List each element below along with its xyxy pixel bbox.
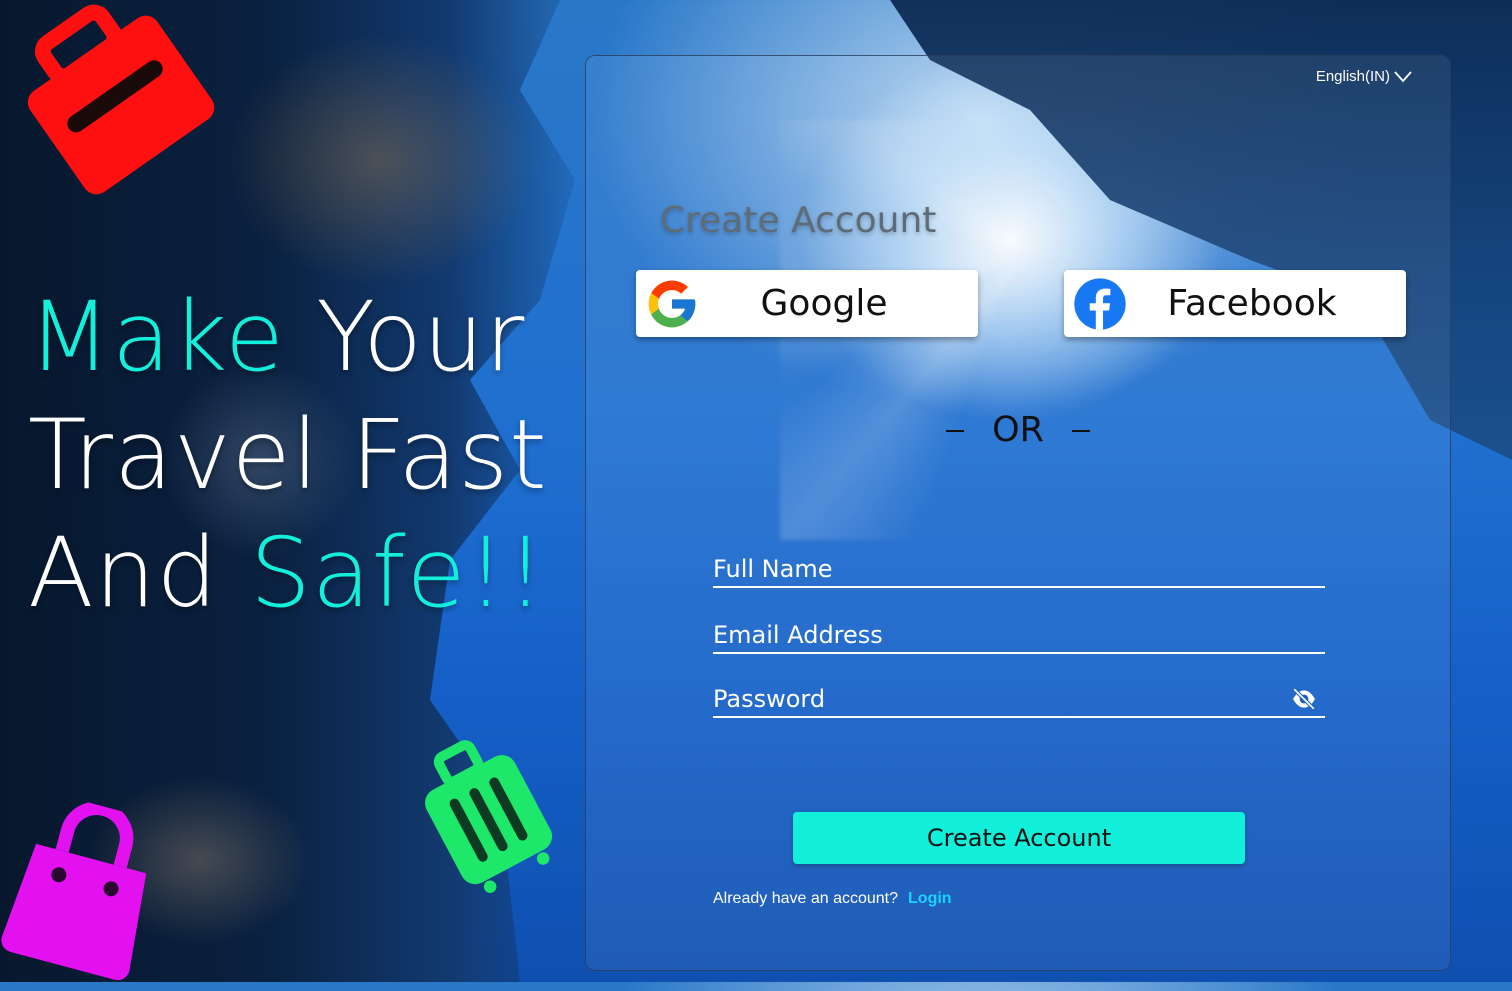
login-link[interactable]: Login bbox=[908, 890, 952, 907]
password-field bbox=[713, 682, 1325, 718]
hero-line-3: And Safe!! bbox=[28, 514, 588, 632]
google-signup-button[interactable]: Google bbox=[636, 270, 978, 337]
facebook-signup-button[interactable]: Facebook bbox=[1064, 270, 1406, 337]
or-label: OR bbox=[992, 410, 1044, 450]
or-dash-left bbox=[946, 430, 965, 432]
hero-line-1: Make Your bbox=[28, 278, 588, 396]
password-input[interactable] bbox=[713, 682, 1325, 716]
create-account-button[interactable]: Create Account bbox=[793, 812, 1245, 864]
facebook-button-label: Facebook bbox=[1167, 283, 1337, 324]
google-button-label: Google bbox=[760, 283, 888, 324]
page-title: Create Account bbox=[660, 200, 937, 241]
facebook-icon bbox=[1074, 277, 1126, 330]
login-prompt: Already have an account? Login bbox=[713, 890, 952, 908]
language-selector[interactable]: English(IN) bbox=[1316, 68, 1412, 85]
hero-text-and: And bbox=[28, 517, 250, 629]
eye-off-icon[interactable] bbox=[1291, 688, 1317, 710]
login-prompt-text: Already have an account? bbox=[713, 890, 899, 907]
full-name-field bbox=[713, 552, 1325, 588]
email-input[interactable] bbox=[713, 618, 1325, 652]
language-label: English(IN) bbox=[1315, 68, 1390, 85]
google-icon bbox=[648, 280, 696, 327]
or-dash-right bbox=[1071, 430, 1090, 432]
chevron-down-icon bbox=[1394, 70, 1412, 82]
hero-accent-make: Make bbox=[28, 281, 285, 393]
hero-accent-safe: Safe!! bbox=[249, 517, 546, 629]
hero-text-your: Your bbox=[284, 281, 526, 393]
or-divider: OR bbox=[586, 410, 1450, 450]
hero-headline: Make Your Travel Fast And Safe!! bbox=[28, 278, 588, 632]
hero-line-2: Travel Fast bbox=[28, 399, 548, 511]
full-name-input[interactable] bbox=[713, 552, 1325, 586]
email-field bbox=[713, 618, 1325, 654]
signup-card: English(IN) Create Account Google Facebo… bbox=[585, 55, 1451, 971]
